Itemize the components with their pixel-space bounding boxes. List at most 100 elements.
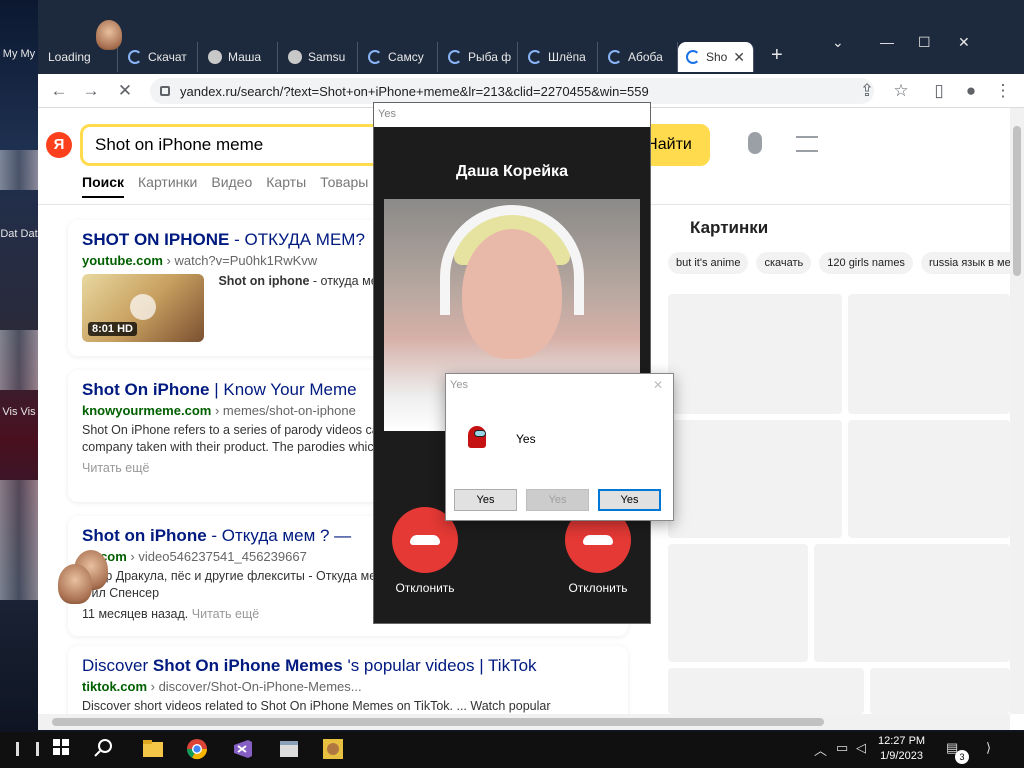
side-panel-icon[interactable]: ▯ (928, 80, 950, 102)
lock-icon (160, 86, 170, 96)
tab-ryba[interactable]: Рыба ф (440, 42, 518, 72)
hang-up-icon (583, 535, 613, 545)
stop-loading-icon[interactable]: ✕ (114, 80, 136, 102)
crewmate-visor (474, 430, 486, 437)
close-icon[interactable]: ✕ (653, 378, 663, 392)
chrome-icon[interactable] (186, 738, 210, 762)
yes-button-default[interactable]: Yes (598, 489, 661, 511)
image-placeholder[interactable] (668, 420, 842, 538)
meme-face-sticker (58, 564, 92, 604)
chip[interactable]: but it's anime (668, 252, 749, 274)
app-window-icon[interactable] (278, 738, 302, 762)
desktop-icon-1[interactable]: My My (0, 48, 38, 60)
visual-studio-icon[interactable] (232, 738, 256, 762)
notification-count-badge: 3 (955, 750, 969, 764)
images-panel-title[interactable]: Картинки (690, 218, 1010, 238)
tab-maps[interactable]: Карты (266, 174, 306, 198)
result-url[interactable]: tiktok.com › discover/Shot-On-iPhone-Mem… (82, 679, 614, 694)
tab-search[interactable]: Поиск (82, 174, 125, 198)
volume-icon[interactable]: ◁ (856, 740, 866, 756)
chip[interactable]: 120 girls names (819, 252, 913, 274)
search-result: Discover Shot On iPhone Memes 's popular… (68, 646, 628, 714)
tab-label: Шлёпа (548, 50, 586, 64)
vertical-scrollbar[interactable] (1010, 108, 1024, 714)
tab-samsung[interactable]: Samsu (280, 42, 358, 72)
tab-shot-active[interactable]: Sho ✕ (678, 42, 754, 72)
tab-video[interactable]: Видео (211, 174, 252, 198)
yandex-logo[interactable]: Я (46, 132, 72, 158)
desktop-icon-2[interactable]: Dat Dat (0, 228, 38, 240)
image-placeholder[interactable] (870, 668, 1010, 714)
tab-images[interactable]: Картинки (138, 174, 197, 198)
chip[interactable]: скачать (756, 252, 812, 274)
share-icon[interactable]: ⇪ (856, 80, 878, 102)
headphones-icon (440, 205, 584, 315)
tab-shlepa[interactable]: Шлёпа (520, 42, 598, 72)
loading-spinner-icon (368, 50, 382, 64)
chevron-down-icon[interactable]: ⌄ (832, 34, 844, 51)
bookmark-star-icon[interactable]: ☆ (890, 80, 912, 102)
desktop-glitch (0, 150, 38, 190)
incoming-call-window: Yes Даша Корейка Отклонить Отклонить (373, 102, 651, 624)
result-title[interactable]: Discover Shot On iPhone Memes 's popular… (82, 656, 614, 676)
address-bar[interactable]: yandex.ru/search/?text=Shot+on+iPhone+me… (150, 78, 874, 104)
read-more-link[interactable]: Читать ещё (192, 607, 259, 621)
tab-skachat[interactable]: Скачат (120, 42, 198, 72)
tab-aboba[interactable]: Абоба (600, 42, 678, 72)
result-snippet: Shot on iphone - откуда мем (218, 274, 387, 288)
tab-masha[interactable]: Маша (200, 42, 278, 72)
call-window-titlebar[interactable]: Yes (374, 103, 650, 127)
taskbar: ︿ ▭ ◁ 12:27 PM 1/9/2023 ▤ 3 ⟩ (0, 732, 1024, 768)
tab-samsung-ru[interactable]: Самсу (360, 42, 438, 72)
tab-label: Маша (228, 50, 262, 64)
tab-label: Loading (48, 50, 91, 64)
profile-avatar-icon[interactable]: ● (960, 80, 982, 102)
horizontal-scrollbar[interactable] (38, 714, 1010, 730)
windows-start-icon[interactable] (52, 738, 76, 762)
new-tab-button[interactable]: + (771, 44, 783, 67)
meme-app-icon[interactable] (322, 738, 346, 762)
image-placeholder[interactable] (848, 420, 1010, 538)
network-icon[interactable]: ▭ (836, 740, 848, 756)
image-placeholder[interactable] (668, 294, 842, 414)
image-placeholder[interactable] (668, 544, 808, 662)
globe-icon (288, 50, 302, 64)
tray-chevron-icon[interactable]: ︿ (814, 740, 827, 759)
tab-label: Sho (706, 50, 728, 64)
desktop-icon-label: Dat Dat (0, 228, 38, 240)
loading-spinner-icon (128, 50, 142, 64)
yes-button[interactable]: Yes (454, 489, 517, 511)
video-thumbnail[interactable]: 8:01 HD (82, 274, 204, 342)
image-placeholder[interactable] (814, 544, 1010, 662)
dialog-title[interactable]: Yes (446, 374, 673, 398)
chip[interactable]: russia язык в ме (920, 252, 1010, 274)
microphone-icon[interactable] (748, 132, 762, 154)
decline-label: Отклонить (568, 581, 628, 595)
menu-kebab-icon[interactable]: ⋮ (992, 80, 1014, 102)
image-placeholder[interactable] (668, 668, 864, 714)
scrollbar-thumb[interactable] (1013, 126, 1021, 276)
maximize-icon[interactable]: ☐ (918, 34, 931, 51)
filters-icon[interactable] (796, 136, 818, 152)
desktop-icon-label: My My (2, 48, 36, 60)
close-window-icon[interactable]: ✕ (958, 34, 970, 51)
show-desktop-edge[interactable]: ⟩ (986, 740, 991, 756)
file-explorer-icon[interactable] (142, 738, 166, 762)
message-dialog: Yes ✕ Yes Yes Yes Yes (445, 373, 674, 521)
url-text: yandex.ru/search/?text=Shot+on+iPhone+me… (180, 83, 649, 99)
desktop-icon-3[interactable]: Vis Vis (0, 406, 38, 418)
taskbar-clock[interactable]: 12:27 PM 1/9/2023 (878, 734, 925, 764)
minimize-icon[interactable]: — (880, 34, 894, 50)
forward-arrow-icon[interactable]: → (80, 80, 102, 102)
meme-face-sticker (96, 20, 122, 50)
close-tab-icon[interactable]: ✕ (733, 49, 745, 66)
taskbar-glitch (36, 742, 39, 756)
search-icon[interactable] (94, 738, 118, 762)
taskbar-glitch (16, 742, 19, 756)
desktop-glitch (0, 480, 38, 600)
scrollbar-thumb[interactable] (52, 718, 824, 726)
back-arrow-icon[interactable]: ← (48, 80, 70, 102)
clock-date: 1/9/2023 (880, 750, 923, 762)
image-placeholder[interactable] (848, 294, 1010, 414)
tab-products[interactable]: Товары (320, 174, 368, 198)
